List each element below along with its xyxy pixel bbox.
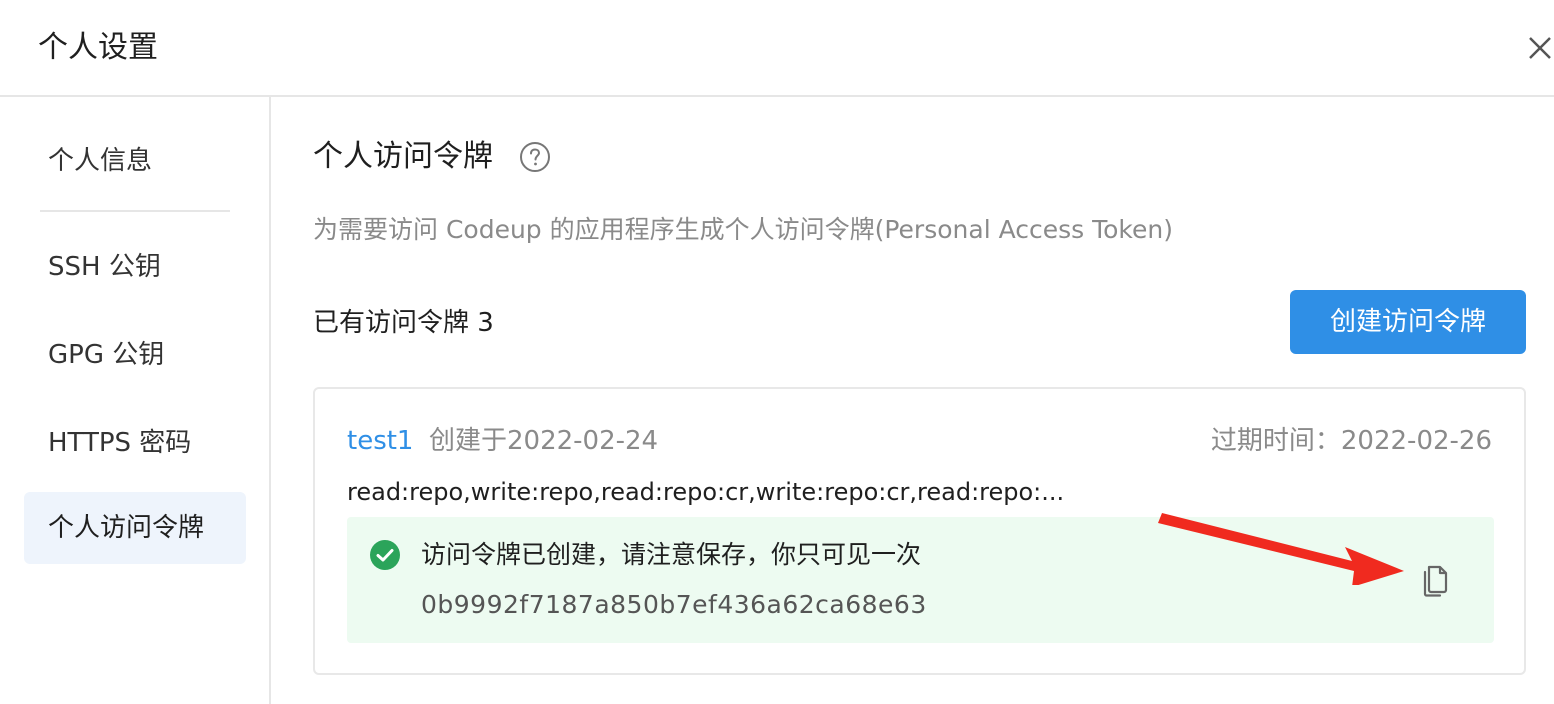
token-card: test1 创建于2022-02-24 过期时间：2022-02-26 read… <box>313 387 1526 675</box>
sidebar-item-ssh-keys[interactable]: SSH 公钥 <box>24 231 246 303</box>
sidebar-item-label: 个人信息 <box>48 146 153 176</box>
alert-message: 访问令牌已创建，请注意保存，你只可见一次 <box>421 540 922 569</box>
token-name-link[interactable]: test1 <box>347 423 413 459</box>
token-value: 0b9992f7187a850b7ef436a62ca68e63 <box>421 590 927 619</box>
page-title: 个人访问令牌 <box>313 139 493 174</box>
sidebar-item-access-tokens[interactable]: 个人访问令牌 <box>24 492 246 564</box>
check-circle-icon <box>369 539 401 571</box>
dialog-header: 个人设置 <box>0 0 1554 97</box>
sidebar-divider <box>40 210 230 212</box>
token-count-label: 已有访问令牌 3 <box>313 308 494 338</box>
sidebar-item-profile[interactable]: 个人信息 <box>24 125 246 197</box>
question-circle-icon[interactable] <box>519 141 551 173</box>
copy-icon[interactable] <box>1419 561 1451 597</box>
sidebar-item-https-password[interactable]: HTTPS 密码 <box>24 407 246 479</box>
create-token-button[interactable]: 创建访问令牌 <box>1290 290 1526 354</box>
dialog-title: 个人设置 <box>38 30 158 65</box>
main-panel: 个人访问令牌 为需要访问 Codeup 的应用程序生成个人访问令牌(Person… <box>271 97 1554 704</box>
settings-sidebar: 个人信息 SSH 公钥 GPG 公钥 HTTPS 密码 个人访问令牌 <box>0 97 271 704</box>
sidebar-item-label: 个人访问令牌 <box>48 513 205 543</box>
close-icon[interactable] <box>1520 28 1554 68</box>
token-created-alert: 访问令牌已创建，请注意保存，你只可见一次 0b9992f7187a850b7ef… <box>347 517 1494 643</box>
token-expire-date: 过期时间：2022-02-26 <box>1210 426 1492 456</box>
sidebar-item-label: HTTPS 密码 <box>48 428 192 458</box>
sidebar-item-label: SSH 公钥 <box>48 252 161 282</box>
sidebar-item-label: GPG 公钥 <box>48 340 165 370</box>
page-description: 为需要访问 Codeup 的应用程序生成个人访问令牌(Personal Acce… <box>313 215 1173 244</box>
token-scopes: read:repo,write:repo,read:repo:cr,write:… <box>347 478 1065 506</box>
sidebar-item-gpg-keys[interactable]: GPG 公钥 <box>24 319 246 391</box>
token-created-date: 创建于2022-02-24 <box>429 426 659 456</box>
